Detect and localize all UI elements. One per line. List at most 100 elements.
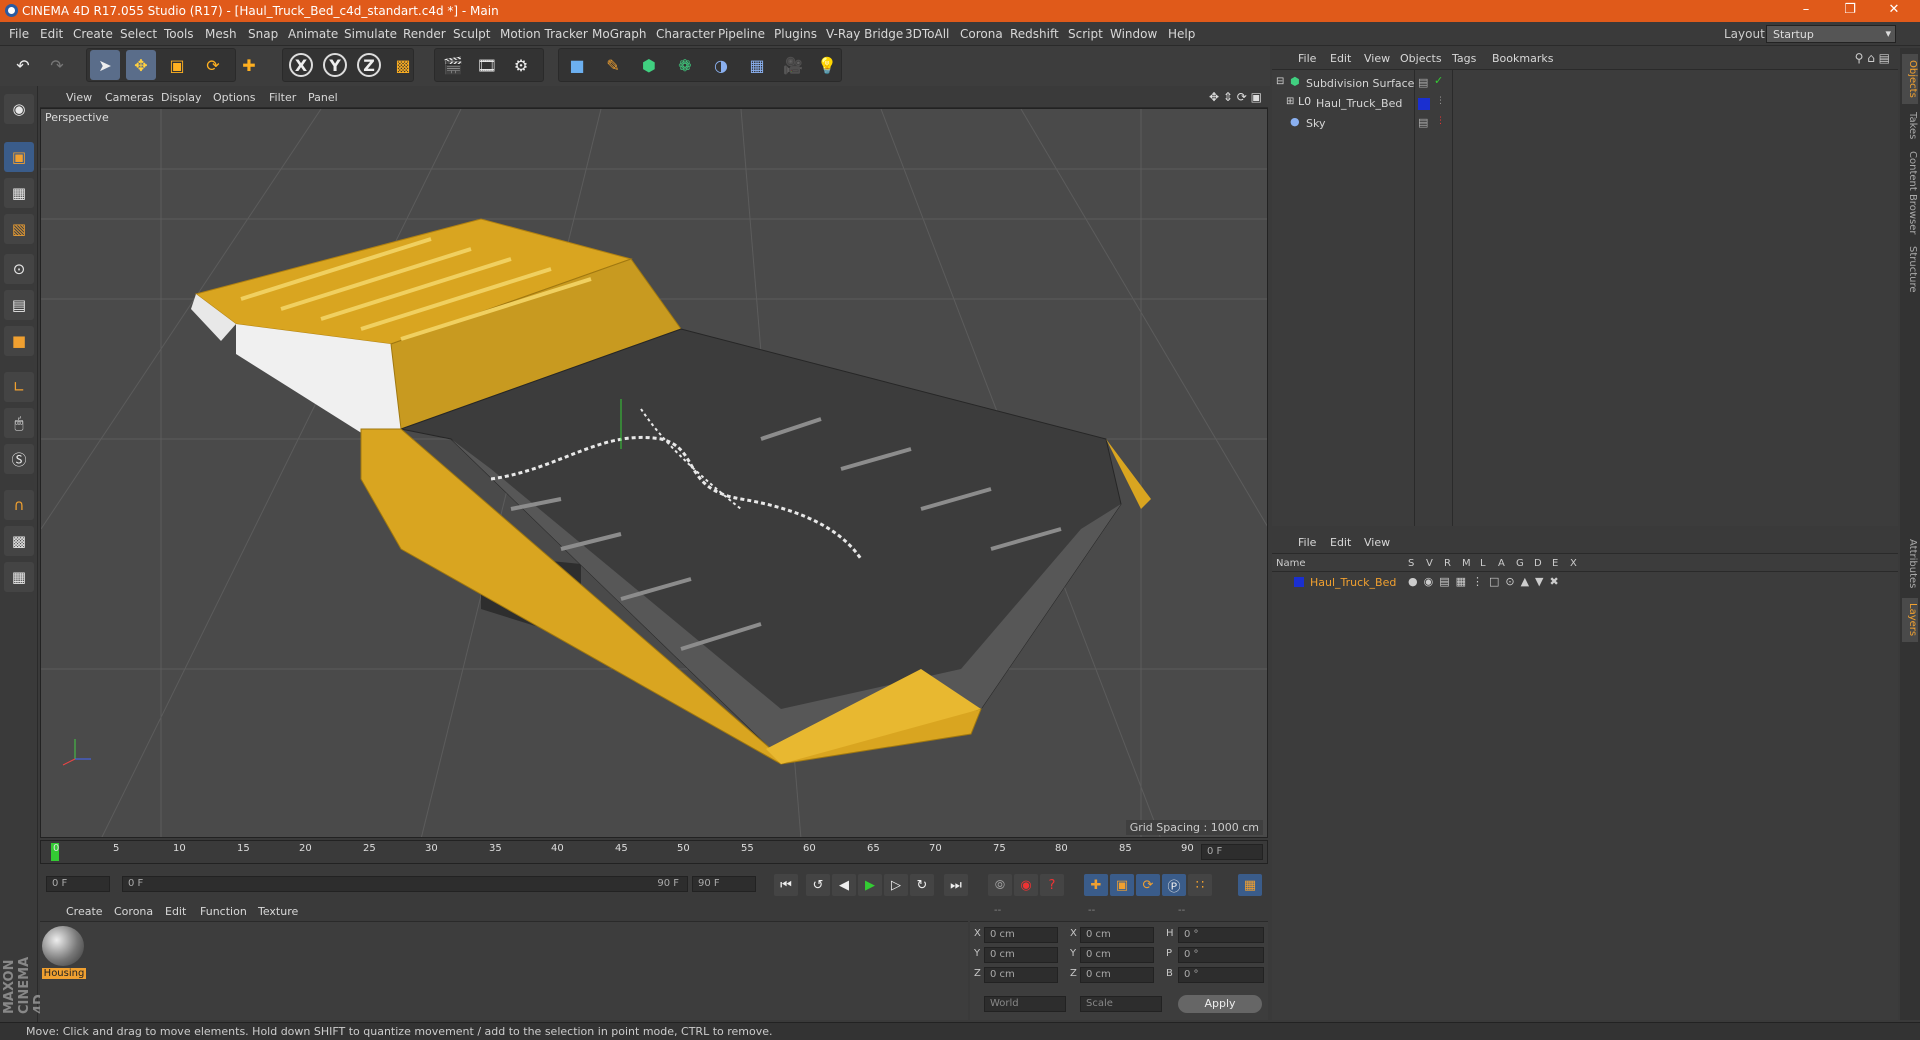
visibility-dots-icon[interactable]: ⋮	[1436, 116, 1445, 126]
menu-plugins[interactable]: Plugins	[774, 27, 817, 41]
viewport-menu-panel[interactable]: Panel	[308, 91, 338, 104]
cube-primitive-icon[interactable]: ■	[562, 50, 592, 80]
pen-spline-icon[interactable]: ✎	[598, 50, 628, 80]
menu-character[interactable]: Character	[656, 27, 715, 41]
layer-menu-view[interactable]: View	[1364, 536, 1390, 549]
tab-structure[interactable]: Structure	[1902, 244, 1918, 294]
transform-tool-icon[interactable]: ✚	[234, 50, 264, 80]
menu-corona[interactable]: Corona	[960, 27, 1003, 41]
layer-color-swatch[interactable]	[1294, 577, 1304, 587]
planar-workplane-icon[interactable]: ▦	[4, 562, 34, 592]
position-y-field[interactable]: 0 cm	[984, 947, 1058, 963]
previous-frame-icon[interactable]: ◀	[832, 874, 856, 896]
key-position-icon[interactable]: ✚	[1084, 874, 1108, 896]
tab-layers[interactable]: Layers	[1902, 598, 1918, 642]
menu-select[interactable]: Select	[120, 27, 157, 41]
make-editable-icon[interactable]: ◉	[4, 94, 34, 124]
frame-range-slider[interactable]: 0 F 90 F	[122, 876, 688, 892]
viewport-menu-display[interactable]: Display	[161, 91, 202, 104]
record-keys-icon[interactable]: ⦾	[988, 874, 1012, 896]
key-parameter-icon[interactable]: Ⓟ	[1162, 874, 1186, 896]
timeline-ruler[interactable]: 0 5 10 15 20 25 30 35 40 45 50 55 60 65 …	[40, 840, 1268, 864]
go-to-end-icon[interactable]: ⏭	[944, 874, 968, 896]
layer-menu-file[interactable]: File	[1298, 536, 1316, 549]
rotation-h-field[interactable]: 0 °	[1178, 927, 1264, 943]
tab-objects[interactable]: Objects	[1902, 54, 1918, 104]
workplane-mode-icon[interactable]: ▧	[4, 214, 34, 244]
object-menu-file[interactable]: File	[1298, 52, 1316, 65]
coordinate-mode-dropdown[interactable]: World	[984, 996, 1066, 1012]
cloner-icon[interactable]: ❁	[670, 50, 700, 80]
visibility-dots-icon[interactable]: ▤	[1418, 116, 1428, 129]
select-arrow-icon[interactable]: ➤	[90, 50, 120, 80]
tweak-mode-icon[interactable]: 🖱	[4, 408, 34, 438]
visibility-dots-icon[interactable]: ⋮	[1436, 96, 1445, 106]
tab-attributes[interactable]: Attributes	[1902, 534, 1918, 594]
end-frame-field[interactable]: 90 F	[692, 876, 756, 892]
subdivision-surface-icon[interactable]: ⬢	[634, 50, 664, 80]
render-settings-icon[interactable]: ⚙	[506, 50, 536, 80]
menu-motion-tracker[interactable]: Motion Tracker	[500, 27, 588, 41]
go-to-start-icon[interactable]: ⏮	[774, 874, 798, 896]
layer-color-swatch[interactable]	[1418, 98, 1430, 110]
enabled-check-icon[interactable]: ✓	[1434, 74, 1443, 87]
menu-mograph[interactable]: MoGraph	[592, 27, 647, 41]
light-icon[interactable]: 💡	[812, 50, 842, 80]
material-menu-corona[interactable]: Corona	[114, 905, 153, 918]
viewport-menu-options[interactable]: Options	[213, 91, 255, 104]
menu-animate[interactable]: Animate	[288, 27, 338, 41]
material-swatch[interactable]: Housing	[42, 926, 86, 982]
tab-content-browser[interactable]: Content Browser	[1902, 148, 1918, 238]
next-key-icon[interactable]: ↻	[910, 874, 934, 896]
object-row-haul-truck-bed[interactable]: ⊞ L0 Haul_Truck_Bed ⋮	[1272, 94, 1898, 114]
points-mode-icon[interactable]: ⊙	[4, 254, 34, 284]
menu-tools[interactable]: Tools	[164, 27, 194, 41]
menu-file[interactable]: File	[9, 27, 29, 41]
layout-dropdown[interactable]: Startup ▾	[1766, 25, 1896, 43]
menu-create[interactable]: Create	[73, 27, 113, 41]
axis-mode-icon[interactable]: ∟	[4, 372, 34, 402]
material-menu-function[interactable]: Function	[200, 905, 247, 918]
menu-window[interactable]: Window	[1110, 27, 1157, 41]
visibility-dots-icon[interactable]: ▤	[1418, 76, 1428, 89]
layer-menu-edit[interactable]: Edit	[1330, 536, 1351, 549]
menu-edit[interactable]: Edit	[40, 27, 63, 41]
apply-button[interactable]: Apply	[1178, 995, 1262, 1013]
key-rotation-icon[interactable]: ⟳	[1136, 874, 1160, 896]
expand-icon[interactable]: ⊞	[1286, 96, 1294, 107]
object-menu-objects[interactable]: Objects	[1400, 52, 1442, 65]
y-axis-lock-button[interactable]: Y	[320, 50, 350, 80]
object-row-sky[interactable]: ● Sky ▤ ⋮	[1272, 114, 1898, 134]
keyframe-selection-icon[interactable]: ?	[1040, 874, 1064, 896]
snap-icon[interactable]: Ⓢ	[4, 444, 34, 474]
floor-icon[interactable]: ▦	[742, 50, 772, 80]
close-button[interactable]: ✕	[1884, 2, 1904, 17]
restore-button[interactable]: ❐	[1840, 2, 1860, 17]
play-icon[interactable]: ▶	[858, 874, 882, 896]
timeline-window-icon[interactable]: ▦	[1238, 874, 1262, 896]
menu-redshift[interactable]: Redshift	[1010, 27, 1059, 41]
viewport-menu-view[interactable]: View	[66, 91, 92, 104]
object-menu-tags[interactable]: Tags	[1452, 52, 1476, 65]
tab-takes[interactable]: Takes	[1902, 108, 1918, 144]
x-axis-lock-button[interactable]: X	[286, 50, 316, 80]
object-menu-bookmarks[interactable]: Bookmarks	[1492, 52, 1553, 65]
render-to-picture-viewer-icon[interactable]: 🎞	[472, 50, 502, 80]
size-x-field[interactable]: 0 cm	[1080, 927, 1154, 943]
material-menu-create[interactable]: Create	[66, 905, 103, 918]
object-manager-search-home-icons[interactable]: ⚲ ⌂ ▤	[1855, 51, 1890, 65]
object-menu-edit[interactable]: Edit	[1330, 52, 1351, 65]
rotate-tool-icon[interactable]: ⟳	[198, 50, 228, 80]
material-menu-texture[interactable]: Texture	[258, 905, 298, 918]
coordinate-system-icon[interactable]: ▩	[388, 50, 418, 80]
minimize-button[interactable]: –	[1796, 2, 1816, 17]
model-mode-icon[interactable]: ▣	[4, 142, 34, 172]
position-x-field[interactable]: 0 cm	[984, 927, 1058, 943]
move-tool-icon[interactable]: ✥	[126, 50, 156, 80]
layer-toggle-icons[interactable]: ●◉▤▦⋮□⊙▲▼✖	[1408, 575, 1565, 588]
key-pla-icon[interactable]: ∷	[1188, 874, 1212, 896]
size-mode-dropdown[interactable]: Scale	[1080, 996, 1162, 1012]
layer-row-haul-truck-bed[interactable]: Haul_Truck_Bed ●◉▤▦⋮□⊙▲▼✖	[1272, 574, 1898, 594]
viewport-perspective[interactable]: Perspective Grid Spacing: 1000 cm	[40, 108, 1268, 838]
menu-simulate[interactable]: Simulate	[344, 27, 397, 41]
